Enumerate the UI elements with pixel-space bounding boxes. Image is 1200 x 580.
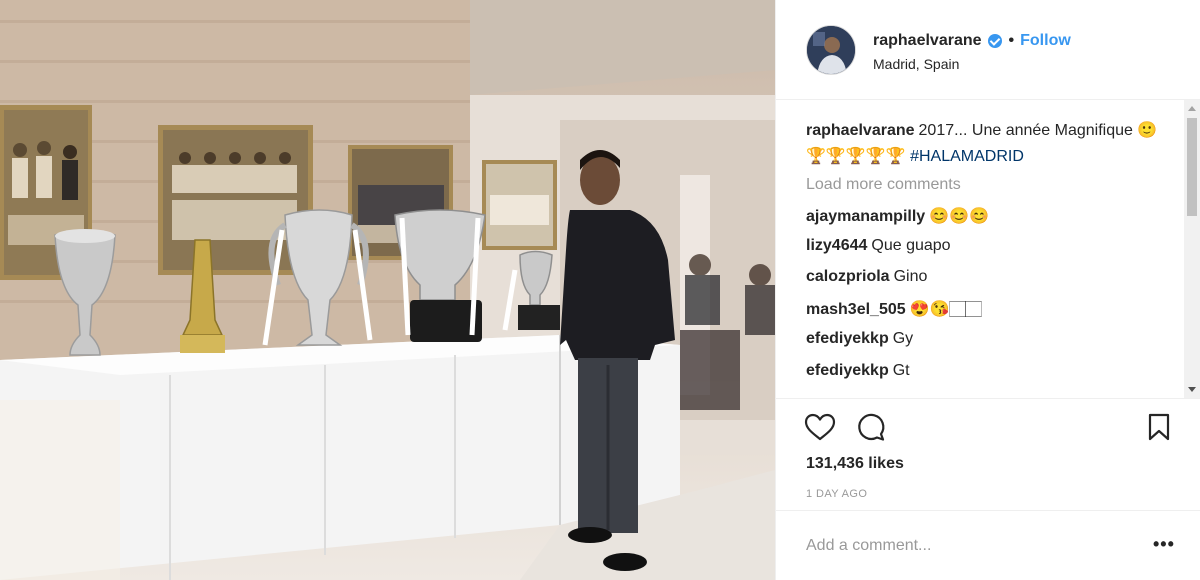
comment-text: Gino xyxy=(893,268,928,285)
comment-text: Gy xyxy=(892,330,914,347)
scroll-thumb[interactable] xyxy=(1187,118,1197,216)
comment-item: calozpriola Gino xyxy=(806,268,927,286)
comment-item: lizy4644 Que guapo xyxy=(806,237,951,255)
comment-text: 😊😊😊 xyxy=(929,208,989,225)
comment-text: Que guapo xyxy=(871,237,951,254)
post-photo[interactable] xyxy=(0,0,775,580)
scroll-up-arrow-icon[interactable] xyxy=(1188,106,1196,111)
load-more-comments-button[interactable]: Load more comments xyxy=(806,176,961,194)
comment-item: efediyekkp Gt xyxy=(806,362,910,380)
comment-icon[interactable] xyxy=(856,412,886,447)
trophy-room-photo xyxy=(0,0,775,580)
comments-scrollbar[interactable] xyxy=(1184,100,1200,398)
hashtag-link[interactable]: #HALAMADRID xyxy=(910,148,1024,165)
bookmark-icon[interactable] xyxy=(1148,413,1170,446)
post-actions: 131,436 likes 1 DAY AGO xyxy=(776,398,1200,510)
likes-count[interactable]: 131,436 likes xyxy=(806,455,904,473)
comments-list[interactable]: raphaelvarane 2017... Une année Magnifiqu… xyxy=(776,100,1200,398)
username-row: raphaelvarane • Follow xyxy=(873,30,1071,52)
comment-username[interactable]: calozpriola xyxy=(806,268,890,285)
comment-text: Gt xyxy=(892,362,910,379)
comment-username[interactable]: lizy4644 xyxy=(806,237,867,254)
add-comment-input[interactable] xyxy=(806,531,1136,561)
comment-username[interactable]: efediyekkp xyxy=(806,330,889,347)
comment-item: ajaymanampilly 😊😊😊 xyxy=(806,206,989,226)
avatar[interactable] xyxy=(806,25,856,75)
scroll-down-arrow-icon[interactable] xyxy=(1188,387,1196,392)
more-options-icon[interactable]: ••• xyxy=(1153,535,1175,553)
post-header: raphaelvarane • Follow Madrid, Spain xyxy=(776,0,1200,100)
caption-username[interactable]: raphaelvarane xyxy=(806,122,915,139)
comment-text: 😍😘🏻🏻 xyxy=(909,301,982,318)
heart-icon[interactable] xyxy=(804,413,836,446)
post-side-panel: raphaelvarane • Follow Madrid, Spain rap… xyxy=(775,0,1200,580)
avatar-image xyxy=(807,26,855,74)
add-comment-bar: ••• xyxy=(776,510,1200,580)
comment-item: efediyekkp Gy xyxy=(806,330,913,348)
post-timestamp[interactable]: 1 DAY AGO xyxy=(806,488,867,500)
location-link[interactable]: Madrid, Spain xyxy=(873,56,959,72)
caption: raphaelvarane 2017... Une année Magnifiqu… xyxy=(806,118,1166,170)
comment-item: mash3el_505 😍😘🏻🏻 xyxy=(806,299,982,319)
username-link[interactable]: raphaelvarane xyxy=(873,32,982,50)
comment-username[interactable]: mash3el_505 xyxy=(806,301,906,318)
framed-team-photo-4 xyxy=(482,160,557,250)
comment-username[interactable]: ajaymanampilly xyxy=(806,208,925,225)
separator-dot: • xyxy=(1008,32,1015,49)
comment-username[interactable]: efediyekkp xyxy=(806,362,889,379)
verified-badge-icon xyxy=(987,34,1002,48)
follow-button[interactable]: Follow xyxy=(1020,32,1071,50)
